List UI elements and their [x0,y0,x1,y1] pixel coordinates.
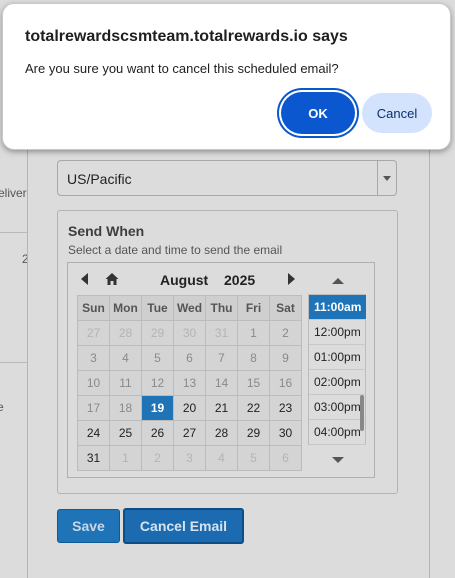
calendar-day[interactable]: 8 [237,345,270,371]
calendar-day[interactable]: 5 [141,345,174,371]
timezone-select[interactable]: US/Pacific [57,160,397,196]
weekday-header: Thu [205,295,238,321]
calendar-day[interactable]: 24 [77,420,110,446]
calendar-day[interactable]: 6 [269,445,302,471]
scroll-down-icon[interactable] [332,457,344,463]
calendar-day[interactable]: 15 [237,370,270,396]
calendar-day[interactable]: 11 [109,370,142,396]
calendar-day[interactable]: 18 [109,395,142,421]
prev-month-icon[interactable] [81,273,88,285]
calendar-day[interactable]: 31 [77,445,110,471]
time-option[interactable]: 12:00pm [309,320,366,345]
time-option[interactable]: 03:00pm [309,395,366,420]
calendar-nav: August 2025 [68,263,300,295]
calendar-day[interactable]: 26 [141,420,174,446]
calendar-day[interactable]: 14 [205,370,238,396]
background-divider [0,362,30,363]
calendar-day[interactable]: 17 [77,395,110,421]
calendar-day[interactable]: 3 [77,345,110,371]
calendar-day[interactable]: 20 [173,395,206,421]
calendar-day[interactable]: 7 [205,345,238,371]
next-month-icon[interactable] [288,273,295,285]
weekday-header: Wed [173,295,206,321]
calendar-day[interactable]: 27 [173,420,206,446]
dialog-message: Are you sure you want to cancel this sch… [25,61,339,76]
calendar-day[interactable]: 31 [205,320,238,346]
time-column: 04:00pm 03:00pm 02:00pm 01:00pm 12:00pm 11:00… [308,263,368,477]
calendar-body: 27 28 29 30 31 1 2 3 4 5 6 7 8 9 10 11 12 13 14 15 16 17 18 19 2… [77,320,302,471]
weekday-header: Fri [237,295,270,321]
calendar-day[interactable]: 4 [109,345,142,371]
weekday-header: Tue [141,295,174,321]
time-list-scrollbar[interactable] [360,395,364,431]
ok-button[interactable]: OK [281,92,355,134]
calendar-week: 31 1 2 3 4 5 6 [77,445,302,471]
calendar-day[interactable]: 5 [237,445,270,471]
calendar-day[interactable]: 2 [141,445,174,471]
weekday-header: Sat [269,295,302,321]
send-when-subtitle: Select a date and time to send the email [68,243,283,257]
calendar-week: 3456789 [77,345,302,371]
weekday-header: Sun [77,295,110,321]
dialog-title: totalrewardscsmteam.totalrewards.io says [25,28,348,45]
calendar-week: 10 11 12 13 14 15 16 [77,370,302,396]
calendar-day[interactable]: 30 [269,420,302,446]
calendar-day[interactable]: 21 [205,395,238,421]
calendar-day-selected[interactable]: 19 [141,395,174,421]
weekday-header-row: Sun Mon Tue Wed Thu Fri Sat [77,295,302,321]
time-option[interactable]: 01:00pm [309,345,366,370]
cancel-email-button[interactable]: Cancel Email [123,508,244,544]
calendar-day[interactable]: 23 [269,395,302,421]
calendar-day[interactable]: 1 [109,445,142,471]
home-icon[interactable] [104,271,120,287]
caret-down-icon [383,175,391,181]
calendar-day[interactable]: 29 [141,320,174,346]
cancel-button[interactable]: Cancel [362,93,432,133]
confirm-dialog: totalrewardscsmteam.totalrewards.io says… [2,3,451,150]
calendar-day[interactable]: 28 [109,320,142,346]
calendar-day[interactable]: 6 [173,345,206,371]
calendar-day[interactable]: 28 [205,420,238,446]
time-list: 04:00pm 03:00pm 02:00pm 01:00pm 12:00pm 11:00… [308,294,366,445]
calendar-week: 27 28 29 30 31 1 2 [77,320,302,346]
calendar-day[interactable]: 25 [109,420,142,446]
background-text-fragment: eliver [0,186,27,200]
calendar-day[interactable]: 16 [269,370,302,396]
scroll-up-icon[interactable] [332,278,344,284]
timezone-value: US/Pacific [67,171,132,187]
time-option[interactable]: 02:00pm [309,370,366,395]
calendar-day[interactable]: 22 [237,395,270,421]
calendar-day[interactable]: 1 [237,320,270,346]
calendar-week: 24 25 26 27 28 29 30 [77,420,302,446]
calendar-day[interactable]: 29 [237,420,270,446]
calendar-grid: Sun Mon Tue Wed Thu Fri Sat 27 28 29 30 31 1 2 3 4 5 6 7 8… [77,295,302,471]
calendar-week: 17 18 19 20 21 22 23 [77,395,302,421]
background-text-fragment: e [0,400,4,414]
calendar-month[interactable]: August [160,272,208,288]
calendar-day[interactable]: 30 [173,320,206,346]
save-button[interactable]: Save [57,509,120,543]
weekday-header: Mon [109,295,142,321]
timezone-dropdown-button[interactable] [377,161,396,195]
calendar-day[interactable]: 3 [173,445,206,471]
calendar-day[interactable]: 27 [77,320,110,346]
datetime-picker: August 2025 Sun Mon Tue Wed Thu Fri Sat 27 28 29… [67,262,375,478]
time-option[interactable]: 04:00pm [309,420,366,445]
calendar-day[interactable]: 13 [173,370,206,396]
calendar-day[interactable]: 4 [205,445,238,471]
calendar-day[interactable]: 9 [269,345,302,371]
background-divider [0,232,30,233]
calendar-day[interactable]: 10 [77,370,110,396]
send-when-title: Send When [68,223,145,239]
calendar-year[interactable]: 2025 [224,272,255,288]
calendar-day[interactable]: 12 [141,370,174,396]
calendar-day[interactable]: 2 [269,320,302,346]
time-option-selected[interactable]: 11:00am [309,295,366,320]
